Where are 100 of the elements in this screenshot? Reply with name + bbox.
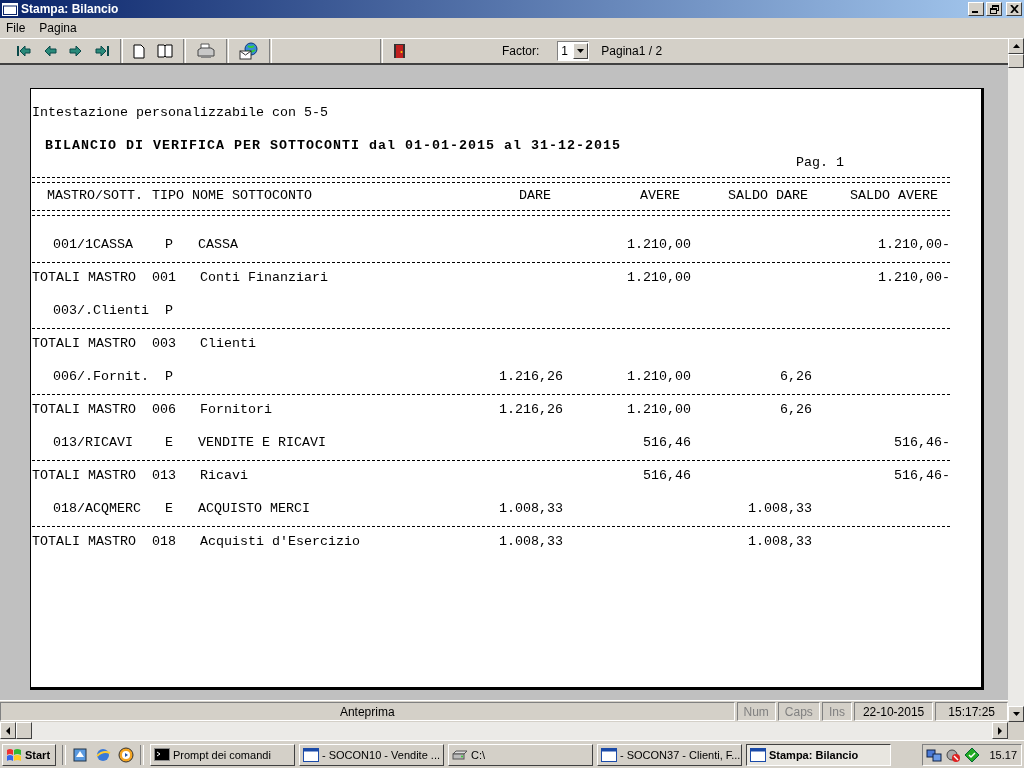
account-type: E: [164, 501, 174, 518]
scrollbar-thumb[interactable]: [1008, 54, 1024, 68]
amount-cell-text: 1.210,00: [626, 237, 691, 254]
status-icon[interactable]: [964, 746, 981, 763]
status-indicator: Caps: [777, 702, 820, 721]
report-header-note: Intestazione personalizzabile con 5-5: [32, 105, 328, 122]
account-type: P: [164, 369, 174, 386]
amount-cell-text: 1.210,00: [626, 270, 691, 287]
total-label: TOTALI MASTRO: [32, 468, 137, 485]
amount-cell-text: 1.008,33: [747, 501, 812, 518]
status-indicator: Num: [736, 702, 776, 721]
status-time: 15:17:25: [935, 702, 1008, 721]
restore-icon: [989, 4, 999, 14]
window-icon: [2, 2, 18, 16]
next-page-icon: [69, 45, 82, 57]
triangle-arrow-icon: [6, 726, 10, 735]
start-button[interactable]: Start: [2, 743, 56, 766]
total-label: TOTALI MASTRO: [32, 402, 137, 419]
network-icon[interactable]: [926, 746, 943, 763]
amount-cell-text: 6,26: [779, 402, 812, 419]
page-indicator: Pagina1 / 2: [601, 44, 663, 58]
amount-cell-text: 516,46: [642, 468, 691, 485]
amount-cell-text: 516,46-: [893, 435, 950, 452]
column-header: NOME SOTTOCONTO: [192, 187, 313, 204]
column-header: AVERE: [639, 187, 681, 204]
page-number: Pag. 1: [795, 154, 844, 171]
mastro-number: 003: [151, 336, 177, 353]
status-text: Anteprima: [0, 702, 735, 721]
last-page-icon: [94, 44, 110, 58]
mastro-number: 013: [151, 468, 177, 485]
console-icon: [154, 748, 170, 761]
scroll-left-button[interactable]: [0, 722, 16, 739]
taskbar-button[interactable]: Stampa: Bilancio: [746, 743, 891, 766]
taskbar-button[interactable]: - SOCON37 - Clienti, F...: [597, 743, 742, 766]
amount-cell-text: 1.210,00-: [877, 237, 950, 254]
horizontal-scrollbar[interactable]: [0, 722, 1008, 740]
amount-cell-text: 6,26: [779, 369, 812, 386]
mastro-number: 006: [151, 402, 177, 419]
triangle-arrow-icon: [998, 726, 1002, 735]
amount-cell-text: 516,46-: [893, 468, 950, 485]
account-name: ACQUISTO MERCI: [197, 501, 311, 518]
menu-item[interactable]: File: [6, 21, 26, 35]
dropdown-arrow-icon: [577, 49, 585, 53]
amount-cell-text: 1.210,00: [626, 402, 691, 419]
first-page-icon: [16, 44, 32, 58]
media-player-icon[interactable]: [118, 746, 134, 763]
email-icon: [239, 42, 259, 60]
amount-cell-text: 1.008,33: [747, 534, 812, 551]
account-code: 001/1CASSA: [52, 237, 134, 254]
triangle-arrow-icon: [1012, 44, 1020, 48]
status-date: 22-10-2015: [853, 702, 934, 721]
windows-logo-icon: [6, 747, 22, 762]
column-header: SALDO DARE: [727, 187, 808, 204]
scrollbar-thumb[interactable]: [16, 722, 32, 739]
two-pages-icon: [157, 44, 173, 58]
window-title: Stampa: Bilancio: [21, 2, 119, 16]
window-icon: [750, 747, 766, 762]
amount-cell-text: 1.008,33: [498, 501, 563, 518]
status-indicator: Ins: [821, 702, 852, 721]
column-header: MASTRO/SOTT.: [46, 187, 144, 204]
shield-icon[interactable]: [945, 746, 962, 763]
total-label: TOTALI MASTRO: [32, 270, 137, 287]
factor-select[interactable]: 1: [557, 41, 590, 61]
previous-page-icon: [44, 45, 57, 57]
window-icon: [601, 747, 617, 762]
taskbar-button[interactable]: Prompt dei comandi: [150, 743, 295, 766]
restore-button[interactable]: [986, 2, 1002, 16]
clock: 15.17: [989, 748, 1017, 761]
vertical-scrollbar[interactable]: [1008, 38, 1024, 740]
amount-cell-text: 1.210,00-: [877, 270, 950, 287]
account-code: 003/.Clienti: [52, 303, 150, 320]
print-icon: [196, 42, 216, 60]
scroll-up-button[interactable]: [1008, 38, 1024, 54]
amount-cell-text: 1.008,33: [498, 534, 563, 551]
account-code: 006/.Fornit.: [52, 369, 150, 386]
column-header: TIPO: [151, 187, 185, 204]
amount-cell-text: 1.210,00: [626, 369, 691, 386]
amount-cell-text: 516,46: [642, 435, 691, 452]
browser-icon[interactable]: [95, 746, 111, 763]
menu-item[interactable]: Pagina: [39, 21, 77, 35]
column-header: SALDO AVERE: [849, 187, 939, 204]
taskbar-button[interactable]: C:\: [448, 743, 593, 766]
exit-icon: [393, 43, 406, 59]
scroll-right-button[interactable]: [992, 722, 1008, 739]
amount-cell-text: 1.216,26: [498, 402, 563, 419]
total-label: TOTALI MASTRO: [32, 336, 137, 353]
single-page-icon: [133, 43, 145, 59]
account-name: CASSA: [197, 237, 239, 254]
amount-cell-text: 1.216,26: [498, 369, 563, 386]
minimize-button[interactable]: [968, 2, 984, 16]
window-icon: [303, 747, 319, 762]
scroll-down-button[interactable]: [1008, 706, 1024, 722]
desktop-icon[interactable]: [72, 746, 88, 763]
triangle-arrow-icon: [1012, 712, 1020, 716]
column-header: DARE: [518, 187, 552, 204]
taskbar-button[interactable]: - SOCON10 - Vendite ...: [299, 743, 444, 766]
mastro-number: 001: [151, 270, 177, 287]
account-type: P: [164, 303, 174, 320]
close-button[interactable]: [1006, 2, 1022, 16]
mastro-name: Clienti: [199, 336, 257, 353]
